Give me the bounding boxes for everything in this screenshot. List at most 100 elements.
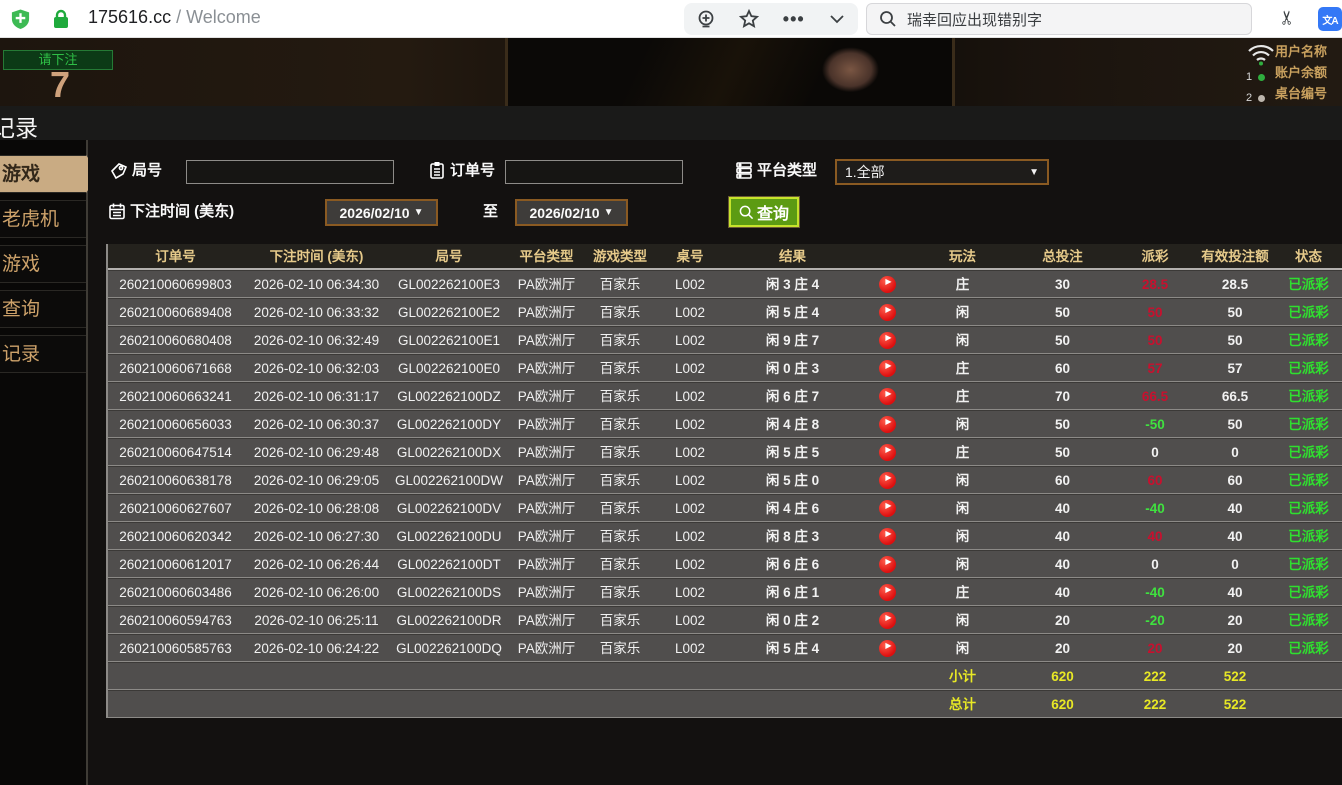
scissors-icon[interactable]: ✂ (1276, 10, 1299, 26)
cell-play-type: 闲 (915, 523, 1010, 549)
address-url[interactable]: 175616.cc / Welcome (88, 7, 261, 28)
platform-type-select[interactable]: 1.全部 ▼ (835, 159, 1049, 185)
cell-replay (860, 551, 915, 577)
cell-round-no: GL002262100DX (390, 439, 508, 465)
table-row: 2602100606381782026-02-10 06:29:05GL0022… (108, 466, 1342, 494)
cell-game-type: 百家乐 (585, 355, 655, 381)
sidebar-item-live-games[interactable]: 游戏 (0, 155, 86, 193)
sidebar-item-games[interactable]: 游戏 (0, 245, 86, 283)
cell-empty (243, 663, 390, 689)
cell-empty (585, 691, 655, 717)
cell-table-no: L002 (655, 299, 725, 325)
more-icon[interactable]: ••• (783, 9, 805, 30)
round-no-input[interactable] (186, 160, 394, 184)
cell-table-no: L002 (655, 467, 725, 493)
sidebar-item-slots[interactable]: 老虎机 (0, 200, 86, 238)
replay-play-icon[interactable] (879, 500, 896, 517)
cell-order-no: 260210060699803 (108, 271, 243, 297)
chevron-down-icon[interactable] (828, 10, 846, 28)
date-from-select[interactable]: 2026/02/10 ▼ (325, 199, 438, 226)
cell-replay (860, 607, 915, 633)
replay-play-icon[interactable] (879, 276, 896, 293)
replay-play-icon[interactable] (879, 332, 896, 349)
table-row: 2602100606998032026-02-10 06:34:30GL0022… (108, 270, 1342, 298)
sidebar-item-query[interactable]: 查询 (0, 290, 86, 328)
order-no-input[interactable] (505, 160, 683, 184)
cell-replay (860, 495, 915, 521)
column-header: 总投注 (1010, 244, 1115, 268)
replay-play-icon[interactable] (879, 304, 896, 321)
cell-game-type: 百家乐 (585, 299, 655, 325)
cell-empty (108, 691, 243, 717)
table-header-row: 订单号下注时间 (美东)局号平台类型游戏类型桌号结果玩法总投注派彩有效投注额状态 (108, 244, 1342, 270)
reading-list-icon[interactable] (696, 9, 716, 29)
cell-result: 闲 4 庄 8 (725, 411, 860, 437)
cell-game-type: 百家乐 (585, 327, 655, 353)
seat-status-dot (1258, 95, 1265, 102)
cell-total-bet: 50 (1010, 327, 1115, 353)
star-icon[interactable] (739, 9, 759, 29)
cell-status: 已派彩 (1275, 551, 1342, 577)
sidebar-item-records[interactable]: 记录 (0, 335, 86, 373)
cell-empty (508, 691, 585, 717)
browser-search-box[interactable]: 瑞幸回应出现错别字 (866, 3, 1252, 35)
calendar-icon (108, 202, 126, 220)
cell-round-no: GL002262100DQ (390, 635, 508, 661)
lock-icon[interactable] (53, 9, 69, 29)
records-panel: 局号 订单号 平台类型 1.全部 ▼ 下注时间 (美东) 2026/02/10 … (88, 140, 1342, 785)
cell-platform: PA欧洲厅 (508, 355, 585, 381)
table-row: 2602100606276072026-02-10 06:28:08GL0022… (108, 494, 1342, 522)
translate-icon[interactable]: 文A (1318, 7, 1342, 31)
column-header: 下注时间 (美东) (243, 244, 390, 268)
cell-play-type: 闲 (915, 327, 1010, 353)
date-to-select[interactable]: 2026/02/10 ▼ (515, 199, 628, 226)
cell-total-bet: 50 (1010, 299, 1115, 325)
column-header: 有效投注额 (1195, 244, 1275, 268)
cell-total-bet: 50 (1010, 411, 1115, 437)
replay-play-icon[interactable] (879, 612, 896, 629)
cell-replay (860, 271, 915, 297)
cell-game-type: 百家乐 (585, 495, 655, 521)
platform-server-icon (735, 161, 753, 179)
chevron-down-icon: ▼ (1029, 167, 1039, 178)
cell-order-no: 260210060663241 (108, 383, 243, 409)
seat-number: 1 (1246, 70, 1252, 85)
cell-payout: 20 (1115, 635, 1195, 661)
username-label: 用户名称 (1275, 43, 1342, 60)
video-feed[interactable]: 请下注 7 1 2 用户名称 账户余额 桌台编号 (0, 38, 1342, 106)
table-row: 2602100606203422026-02-10 06:27:30GL0022… (108, 522, 1342, 550)
replay-play-icon[interactable] (879, 444, 896, 461)
adblock-shield-icon[interactable] (10, 8, 31, 30)
cell-round-no: GL002262100DR (390, 607, 508, 633)
cell-valid-bet: 50 (1195, 327, 1275, 353)
column-header: 状态 (1275, 244, 1342, 268)
replay-play-icon[interactable] (879, 528, 896, 545)
cell-total-bet: 60 (1010, 467, 1115, 493)
cell-platform: PA欧洲厅 (508, 579, 585, 605)
cell-status: 已派彩 (1275, 299, 1342, 325)
cell-game-type: 百家乐 (585, 271, 655, 297)
replay-play-icon[interactable] (879, 584, 896, 601)
cell-payout: 40 (1115, 523, 1195, 549)
cell-status: 已派彩 (1275, 327, 1342, 353)
replay-play-icon[interactable] (879, 360, 896, 377)
cell-result: 闲 0 庄 3 (725, 355, 860, 381)
cell-status: 已派彩 (1275, 635, 1342, 661)
replay-play-icon[interactable] (879, 416, 896, 433)
cell-platform: PA欧洲厅 (508, 635, 585, 661)
query-button[interactable]: 查询 (729, 197, 799, 227)
replay-play-icon[interactable] (879, 556, 896, 573)
cell-round-no: GL002262100DY (390, 411, 508, 437)
cell-totals-valid: 522 (1195, 663, 1275, 689)
replay-play-icon[interactable] (879, 472, 896, 489)
cell-replay (860, 523, 915, 549)
replay-play-icon[interactable] (879, 388, 896, 405)
cell-platform: PA欧洲厅 (508, 607, 585, 633)
replay-play-icon[interactable] (879, 640, 896, 657)
cell-payout: 66.5 (1115, 383, 1195, 409)
cell-order-no: 260210060594763 (108, 607, 243, 633)
cell-order-no: 260210060603486 (108, 579, 243, 605)
cell-totals-bet: 620 (1010, 691, 1115, 717)
cell-total-bet: 30 (1010, 271, 1115, 297)
cell-replay (860, 327, 915, 353)
